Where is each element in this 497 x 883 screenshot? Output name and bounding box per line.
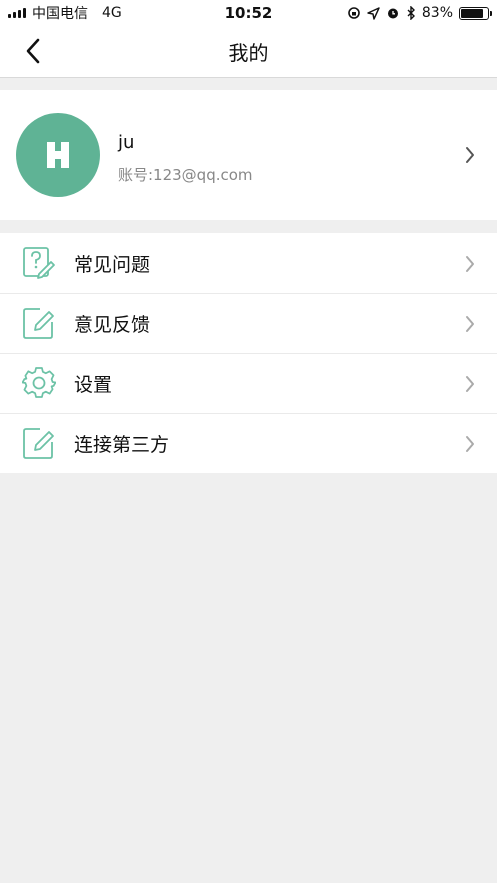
menu-item-settings[interactable]: 设置 bbox=[0, 353, 497, 413]
chevron-right-icon bbox=[466, 436, 474, 452]
chevron-right-icon bbox=[466, 147, 474, 163]
battery-percent: 83% bbox=[421, 5, 453, 21]
menu-item-label: 连接第三方 bbox=[74, 433, 170, 456]
battery-icon bbox=[459, 6, 492, 20]
orientation-lock-icon bbox=[348, 7, 360, 19]
navigation-bar: 我的 bbox=[0, 26, 497, 78]
alarm-icon bbox=[387, 8, 398, 19]
question-document-icon bbox=[23, 247, 55, 279]
menu-item-label: 设置 bbox=[74, 373, 113, 396]
menu-item-feedback[interactable]: 意见反馈 bbox=[0, 293, 497, 353]
location-icon bbox=[367, 6, 380, 20]
profile-account: 账号:123@qq.com bbox=[118, 166, 253, 184]
bluetooth-icon bbox=[407, 6, 415, 20]
back-button[interactable] bbox=[18, 36, 48, 66]
chevron-right-icon bbox=[466, 376, 474, 392]
status-right: 83% bbox=[347, 5, 492, 21]
signal-icon bbox=[8, 8, 26, 18]
gear-icon bbox=[22, 367, 56, 398]
status-bar: 中国电信 4G 10:52 83% bbox=[0, 0, 497, 26]
status-left: 中国电信 4G bbox=[8, 3, 122, 23]
network-type: 4G bbox=[102, 5, 122, 21]
chevron-right-icon bbox=[466, 316, 474, 332]
avatar bbox=[16, 113, 100, 197]
menu-list: 常见问题 意见反馈 设置 连接第三方 bbox=[0, 233, 497, 473]
chevron-right-icon bbox=[466, 256, 474, 272]
profile-name: ju bbox=[118, 132, 135, 153]
h-logo-icon bbox=[47, 142, 69, 168]
page-title: 我的 bbox=[228, 41, 269, 65]
chevron-left-icon bbox=[26, 38, 40, 64]
edit-note-icon bbox=[23, 308, 54, 339]
profile-card[interactable]: ju 账号:123@qq.com bbox=[0, 90, 497, 220]
battery-level bbox=[461, 8, 483, 18]
menu-item-label: 意见反馈 bbox=[74, 313, 151, 336]
edit-note-icon bbox=[23, 428, 54, 459]
menu-item-third-party[interactable]: 连接第三方 bbox=[0, 413, 497, 473]
carrier-name: 中国电信 bbox=[32, 6, 88, 22]
menu-item-faq[interactable]: 常见问题 bbox=[0, 233, 497, 293]
menu-item-label: 常见问题 bbox=[74, 253, 151, 276]
